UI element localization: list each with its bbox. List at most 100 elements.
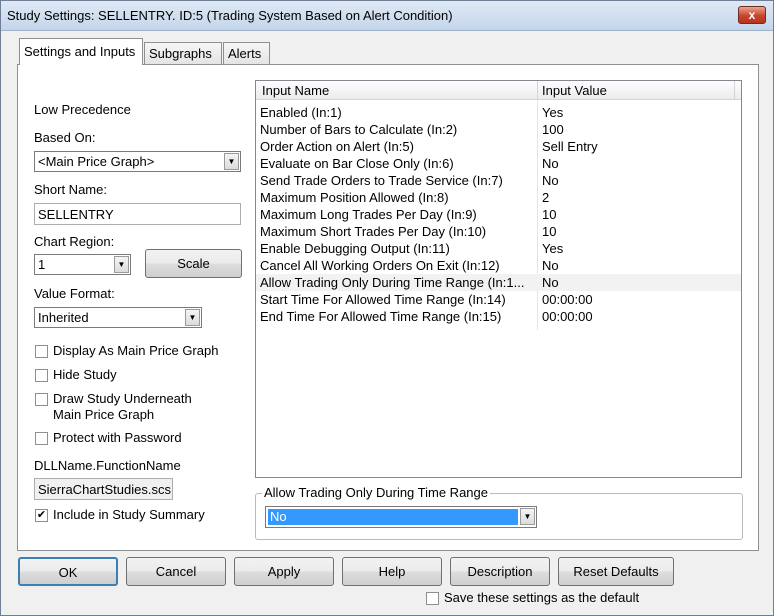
table-row[interactable]: Order Action on Alert (In:5) Sell Entry xyxy=(256,138,741,155)
table-row[interactable]: Maximum Long Trades Per Day (In:9) 10 xyxy=(256,206,741,223)
checkbox-box xyxy=(35,345,48,358)
draw-study-underneath-checkbox[interactable]: Draw Study Underneath Main Price Graph xyxy=(35,391,235,425)
apply-button[interactable]: Apply xyxy=(234,557,334,586)
help-button[interactable]: Help xyxy=(342,557,442,586)
include-in-study-summary-checkbox[interactable]: ✔ Include in Study Summary xyxy=(35,507,235,525)
checkbox-box xyxy=(35,393,48,406)
value-format-select[interactable]: Inherited ▼ xyxy=(34,307,202,328)
reset-defaults-button-label: Reset Defaults xyxy=(573,564,659,579)
dll-name-value: SierraChartStudies.scs xyxy=(38,482,171,497)
input-value-cell[interactable]: Yes xyxy=(542,241,563,256)
cancel-button[interactable]: Cancel xyxy=(126,557,226,586)
tab-label: Settings and Inputs xyxy=(24,44,136,59)
input-name-cell: Send Trade Orders to Trade Service (In:7… xyxy=(260,173,503,188)
study-settings-window: Study Settings: SELLENTRY. ID:5 (Trading… xyxy=(0,0,774,616)
table-row[interactable]: Enabled (In:1) Yes xyxy=(256,104,741,121)
input-name-cell: Enabled (In:1) xyxy=(260,105,342,120)
checkbox-label: Include in Study Summary xyxy=(53,507,205,522)
short-name-value: SELLENTRY xyxy=(38,207,114,222)
short-name-input[interactable]: SELLENTRY xyxy=(34,203,241,225)
inputs-grid[interactable]: Input Name Input Value Enabled (In:1) Yes… xyxy=(255,80,742,478)
input-name-cell: Maximum Long Trades Per Day (In:9) xyxy=(260,207,477,222)
checkbox-label: Hide Study xyxy=(53,367,117,382)
table-row[interactable]: Number of Bars to Calculate (In:2) 100 xyxy=(256,121,741,138)
input-value-cell[interactable]: No xyxy=(542,156,559,171)
chart-region-select[interactable]: 1 ▼ xyxy=(34,254,131,275)
input-name-cell: Start Time For Allowed Time Range (In:14… xyxy=(260,292,506,307)
close-button[interactable]: x xyxy=(738,6,766,24)
short-name-label: Short Name: xyxy=(34,182,107,197)
checkbox-label: Display As Main Price Graph xyxy=(53,343,219,358)
dll-name-field[interactable]: SierraChartStudies.scs xyxy=(34,478,173,500)
chevron-down-icon: ▼ xyxy=(185,309,200,326)
input-value-cell[interactable]: 00:00:00 xyxy=(542,292,593,307)
checkbox-label: Draw Study Underneath xyxy=(53,391,192,406)
chart-region-label: Chart Region: xyxy=(34,234,115,249)
tab-subgraphs[interactable]: Subgraphs xyxy=(144,42,222,64)
input-value-cell[interactable]: 00:00:00 xyxy=(542,309,593,324)
input-value-cell[interactable]: 100 xyxy=(542,122,564,137)
chart-region-value: 1 xyxy=(38,257,46,272)
dll-name-label: DLLName.FunctionName xyxy=(34,458,181,473)
input-value-selected: No xyxy=(268,509,518,525)
hide-study-checkbox[interactable]: Hide Study xyxy=(35,367,235,385)
input-name-cell: Evaluate on Bar Close Only (In:6) xyxy=(260,156,454,171)
tab-settings-and-inputs[interactable]: Settings and Inputs xyxy=(19,38,143,65)
input-value-cell[interactable]: Sell Entry xyxy=(542,139,598,154)
scale-button-label: Scale xyxy=(177,256,210,271)
scale-button[interactable]: Scale xyxy=(145,249,242,278)
table-row[interactable]: End Time For Allowed Time Range (In:15) 0… xyxy=(256,308,741,325)
reset-defaults-button[interactable]: Reset Defaults xyxy=(558,557,674,586)
protect-with-password-checkbox[interactable]: Protect with Password xyxy=(35,430,235,448)
table-row[interactable]: Allow Trading Only During Time Range (In… xyxy=(256,274,741,291)
tab-alerts[interactable]: Alerts xyxy=(223,42,270,64)
input-name-cell: Maximum Position Allowed (In:8) xyxy=(260,190,449,205)
input-name-cell: Cancel All Working Orders On Exit (In:12… xyxy=(260,258,500,273)
close-icon: x xyxy=(748,8,756,22)
checkbox-label-line2: Main Price Graph xyxy=(53,407,155,422)
description-button[interactable]: Description xyxy=(450,557,550,586)
table-row[interactable]: Cancel All Working Orders On Exit (In:12… xyxy=(256,257,741,274)
ok-button-label: OK xyxy=(58,565,78,580)
column-divider[interactable] xyxy=(537,81,538,100)
checkmark-icon: ✔ xyxy=(35,509,48,522)
input-editor-legend: Allow Trading Only During Time Range xyxy=(262,485,490,500)
table-row[interactable]: Maximum Position Allowed (In:8) 2 xyxy=(256,189,741,206)
value-format-value: Inherited xyxy=(38,310,89,325)
precedence-label: Low Precedence xyxy=(34,102,131,117)
input-name-cell: Number of Bars to Calculate (In:2) xyxy=(260,122,458,137)
input-value-cell[interactable]: 10 xyxy=(542,207,556,222)
chevron-down-icon: ▼ xyxy=(224,153,239,170)
input-value-cell[interactable]: Yes xyxy=(542,105,563,120)
window-title: Study Settings: SELLENTRY. ID:5 (Trading… xyxy=(7,8,453,23)
title-bar[interactable]: Study Settings: SELLENTRY. ID:5 (Trading… xyxy=(1,1,773,31)
input-value-select[interactable]: No ▼ xyxy=(265,506,537,528)
table-row[interactable]: Enable Debugging Output (In:11) Yes xyxy=(256,240,741,257)
table-row[interactable]: Maximum Short Trades Per Day (In:10) 10 xyxy=(256,223,741,240)
checkbox-box xyxy=(35,369,48,382)
table-row[interactable]: Start Time For Allowed Time Range (In:14… xyxy=(256,291,741,308)
input-value-cell[interactable]: 2 xyxy=(542,190,549,205)
column-divider[interactable] xyxy=(734,81,735,100)
tab-label: Alerts xyxy=(228,46,262,61)
ok-button[interactable]: OK xyxy=(18,557,118,586)
checkbox-label: Protect with Password xyxy=(53,430,182,445)
input-value-cell[interactable]: No xyxy=(542,173,559,188)
input-value-cell[interactable]: No xyxy=(542,275,559,290)
based-on-select[interactable]: <Main Price Graph> ▼ xyxy=(34,151,241,172)
chevron-down-icon: ▼ xyxy=(114,256,129,273)
grid-header: Input Name Input Value xyxy=(256,81,741,100)
help-button-label: Help xyxy=(378,564,406,579)
column-header-input-name[interactable]: Input Name xyxy=(262,83,329,98)
table-row[interactable]: Evaluate on Bar Close Only (In:6) No xyxy=(256,155,741,172)
save-as-default-checkbox[interactable]: Save these settings as the default xyxy=(426,590,666,608)
display-as-main-price-graph-checkbox[interactable]: Display As Main Price Graph xyxy=(35,343,235,361)
table-row[interactable]: Send Trade Orders to Trade Service (In:7… xyxy=(256,172,741,189)
input-name-cell: Order Action on Alert (In:5) xyxy=(260,139,414,154)
input-name-cell: Maximum Short Trades Per Day (In:10) xyxy=(260,224,487,239)
input-value-cell[interactable]: 10 xyxy=(542,224,556,239)
input-value-cell[interactable]: No xyxy=(542,258,559,273)
apply-button-label: Apply xyxy=(267,564,301,579)
column-header-input-value[interactable]: Input Value xyxy=(542,83,607,98)
value-format-label: Value Format: xyxy=(34,286,115,301)
